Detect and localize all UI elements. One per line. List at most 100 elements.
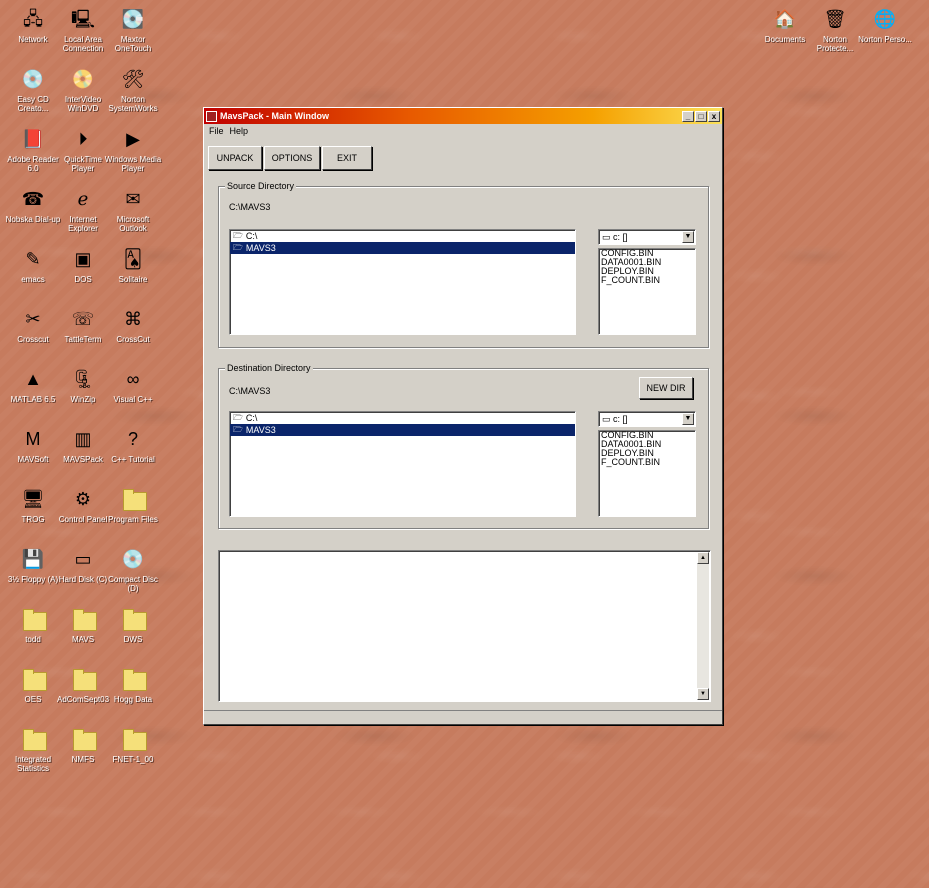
source-directory-legend: Source Directory bbox=[225, 181, 297, 191]
control-panel-icon: ⚙ bbox=[74, 489, 92, 509]
desktop-icon-label: CrossCut bbox=[116, 335, 150, 344]
destination-dir-list[interactable]: 🗁 C:\ 🗁 MAVS3 bbox=[229, 411, 576, 517]
desktop-icon-label: Microsoft Outlook bbox=[116, 215, 150, 233]
minimize-button[interactable]: _ bbox=[682, 110, 694, 122]
folder-icon bbox=[70, 666, 97, 692]
media-player-icon: ▶ bbox=[126, 129, 140, 149]
desktop-icon[interactable]: 💿 Compact Disc (D) bbox=[104, 546, 162, 593]
open-folder-icon: 🗁 bbox=[233, 243, 243, 252]
destination-dir-mavs3[interactable]: 🗁 MAVS3 bbox=[230, 424, 575, 436]
destination-file-list[interactable]: CONFIG.BIN DATA0001.BIN DEPLOY.BIN F_COUNT.… bbox=[598, 430, 696, 517]
cd-drive-icon: 💿 bbox=[121, 549, 145, 569]
desktop-icon[interactable]: ✉ Microsoft Outlook bbox=[104, 186, 162, 233]
desktop-icon[interactable]: 🛠 Norton SystemWorks bbox=[104, 66, 162, 113]
hard-disk-icon: ▭ bbox=[74, 549, 92, 569]
status-bar bbox=[204, 710, 722, 724]
dir-label: C:\ bbox=[245, 413, 258, 423]
desktop-icon-label: Program Files bbox=[108, 515, 158, 524]
desktop-icon-label: FNET-1_00 bbox=[112, 755, 154, 764]
window-title: MavsPack - Main Window bbox=[220, 111, 329, 121]
menu-file[interactable]: File bbox=[206, 126, 227, 136]
windvd-icon: 📀 bbox=[71, 69, 95, 89]
maxtor-icon: 💽 bbox=[121, 9, 145, 29]
folder-icon bbox=[20, 606, 47, 632]
drive-icon: ▭ bbox=[602, 413, 614, 424]
close-button[interactable]: x bbox=[708, 110, 720, 122]
winzip-icon: 🗜 bbox=[71, 369, 95, 389]
destination-directory-group: Destination Directory C:\MAVS3 NEW DIR 🗁… bbox=[218, 363, 709, 529]
destination-drive-select[interactable]: ▭ c: [] ▼ bbox=[598, 411, 696, 427]
desktop-icon-label: Norton SystemWorks bbox=[108, 95, 158, 113]
desktop-icon-label: TattleTerm bbox=[64, 335, 102, 344]
computer-icon: 🖥 bbox=[21, 489, 45, 509]
desktop-icon-label: Hard Disk (C) bbox=[58, 575, 108, 584]
source-directory-group: Source Directory C:\MAVS3 🗁 C:\ 🗁 MAVS3 … bbox=[218, 181, 709, 348]
new-dir-button[interactable]: NEW DIR bbox=[639, 377, 693, 399]
source-drive-select[interactable]: ▭ c: [] ▼ bbox=[598, 229, 696, 245]
desktop-icon[interactable]: DWS bbox=[104, 606, 162, 644]
desktop-icon-label: MAVSPack bbox=[63, 455, 103, 464]
desktop-icon[interactable]: 🂡 Solitaire bbox=[104, 246, 162, 284]
desktop-icon[interactable]: ▶ Windows Media Player bbox=[104, 126, 162, 173]
emacs-icon: ✎ bbox=[25, 249, 41, 269]
desktop-icon-label: Control Panel bbox=[58, 515, 108, 524]
source-dir-root[interactable]: 🗁 C:\ bbox=[230, 230, 575, 242]
unpack-button[interactable]: UNPACK bbox=[208, 146, 262, 170]
log-textarea[interactable]: ▲ ▼ bbox=[218, 550, 711, 702]
desktop-icon[interactable]: Program Files bbox=[104, 486, 162, 524]
desktop-icon-label: Visual C++ bbox=[113, 395, 153, 404]
dir-label: MAVS3 bbox=[245, 425, 276, 435]
desktop-icon[interactable]: 💽 Maxtor OneTouch bbox=[104, 6, 162, 53]
options-button[interactable]: OPTIONS bbox=[264, 146, 320, 170]
desktop-icon-label: Maxtor OneTouch bbox=[114, 35, 152, 53]
desktop-icon-label: C++ Tutorial bbox=[111, 455, 155, 464]
desktop-icon[interactable]: ⌘ CrossCut bbox=[104, 306, 162, 344]
chevron-down-icon[interactable]: ▼ bbox=[682, 231, 694, 243]
desktop-icon-label: Documents bbox=[764, 35, 806, 44]
mavsoft-icon: M bbox=[25, 429, 41, 449]
desktop-icon[interactable]: ? C++ Tutorial bbox=[104, 426, 162, 464]
open-folder-icon: 🗁 bbox=[233, 425, 243, 434]
desktop-icon-label: Compact Disc (D) bbox=[108, 575, 158, 593]
scroll-down-icon[interactable]: ▼ bbox=[697, 688, 709, 700]
drive-label: c: [] bbox=[613, 232, 628, 242]
file-list-item[interactable]: F_COUNT.BIN bbox=[599, 276, 695, 285]
source-dir-list[interactable]: 🗁 C:\ 🗁 MAVS3 bbox=[229, 229, 576, 335]
scroll-up-icon[interactable]: ▲ bbox=[697, 552, 709, 564]
menu-help[interactable]: Help bbox=[227, 126, 252, 136]
maximize-button[interactable]: □ bbox=[695, 110, 707, 122]
exit-button[interactable]: EXIT bbox=[322, 146, 372, 170]
app-icon bbox=[206, 110, 217, 122]
matlab-icon: ▲ bbox=[24, 369, 42, 389]
quicktime-icon: ⏵ bbox=[78, 129, 88, 149]
desktop-icon-label: 3½ Floppy (A) bbox=[7, 575, 59, 584]
tattleterm-icon: ☏ bbox=[71, 309, 95, 329]
norton-systemworks-icon: 🛠 bbox=[121, 69, 145, 89]
dialup-icon: ☎ bbox=[21, 189, 45, 209]
file-list-item[interactable]: F_COUNT.BIN bbox=[599, 458, 695, 467]
title-bar[interactable]: MavsPack - Main Window _ □ x bbox=[204, 108, 722, 124]
desktop-icon-label: NMFS bbox=[71, 755, 95, 764]
documents-icon: 🏠 bbox=[773, 9, 797, 29]
folder-icon bbox=[20, 726, 47, 752]
desktop-icon-label: DOS bbox=[74, 275, 92, 284]
desktop-icon[interactable]: Hogg Data bbox=[104, 666, 162, 704]
desktop-icon[interactable]: 🌐 Norton Perso... bbox=[856, 6, 914, 44]
destination-dir-root[interactable]: 🗁 C:\ bbox=[230, 412, 575, 424]
source-dir-mavs3[interactable]: 🗁 MAVS3 bbox=[230, 242, 575, 254]
log-scrollbar[interactable]: ▲ ▼ bbox=[697, 552, 709, 700]
floppy-icon: 💾 bbox=[21, 549, 45, 569]
folder-icon bbox=[120, 726, 147, 752]
desktop-icon[interactable]: FNET-1_00 bbox=[104, 726, 162, 764]
desktop-icon[interactable]: ∞ Visual C++ bbox=[104, 366, 162, 404]
source-file-list[interactable]: CONFIG.BIN DATA0001.BIN DEPLOY.BIN F_COUNT.… bbox=[598, 248, 696, 335]
solitaire-icon: 🂡 bbox=[123, 249, 143, 269]
desktop-icon-label: Hogg Data bbox=[113, 695, 153, 704]
help-icon: ? bbox=[127, 429, 138, 449]
folder-icon bbox=[20, 666, 47, 692]
chevron-down-icon[interactable]: ▼ bbox=[682, 413, 694, 425]
drive-icon: ▭ bbox=[602, 231, 614, 242]
desktop-icon-label: Solitaire bbox=[118, 275, 148, 284]
desktop-icon-label: Norton Perso... bbox=[858, 35, 912, 44]
cd-creator-icon: 💿 bbox=[21, 69, 45, 89]
